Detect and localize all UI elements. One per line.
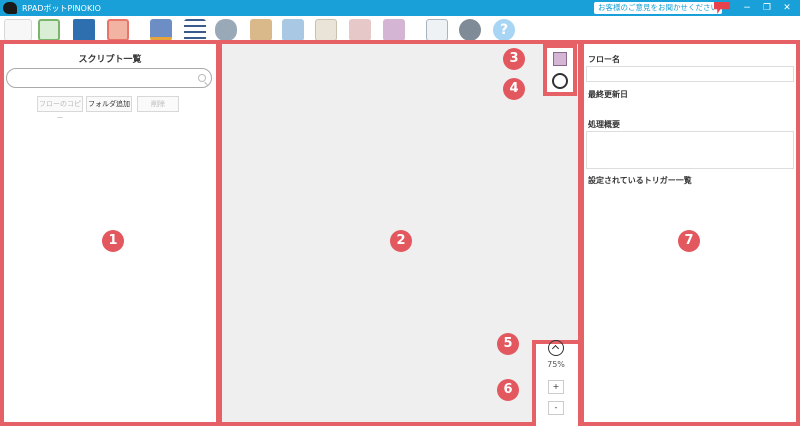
summary-field[interactable] [586,131,794,169]
badge-2: 2 [390,230,412,252]
copy-flow-button[interactable]: フローのコピー [37,96,83,122]
zoom-out-button[interactable]: - [548,401,564,415]
restore-button[interactable]: ❐ [757,0,777,16]
badge-3: 3 [503,48,525,70]
package-icon[interactable] [250,19,272,41]
add-icon[interactable] [38,19,60,41]
flow-name-field[interactable] [586,66,794,82]
recorder-icon[interactable] [150,19,172,41]
triggers-label: 設定されているトリガー一覧 [588,176,692,185]
search-icon[interactable] [198,74,206,82]
summary-label: 処理概要 [588,120,620,129]
app-logo-icon [3,2,17,14]
script-list-title: スクリプト一覧 [78,55,142,65]
flow-name-label: フロー名 [588,55,620,64]
last-updated-label: 最終更新日 [588,90,628,99]
close-button[interactable]: ✕ [777,0,797,16]
help-icon[interactable]: ? [493,19,515,41]
copy-icon [553,52,567,66]
magnifier-icon [552,73,568,89]
gear-icon[interactable] [459,19,481,41]
folder-icon[interactable] [282,19,304,41]
badge-4: 4 [503,78,525,100]
search-tool-button[interactable] [543,70,577,96]
list-icon[interactable] [184,19,206,41]
add-folder-button[interactable]: フォルダ追加 [86,96,132,112]
minimize-button[interactable]: − [737,0,757,16]
copy-tool-button[interactable] [543,44,577,70]
script-search-input[interactable] [6,68,212,88]
delete-button[interactable]: 削除 [137,96,179,112]
download-icon[interactable] [383,19,405,41]
new-flow-icon[interactable] [4,19,32,41]
badge-5: 5 [497,333,519,355]
zoom-level: 75% [547,360,565,369]
zoom-in-button[interactable]: + [548,380,564,394]
database-icon[interactable] [215,19,237,41]
note-icon[interactable] [426,19,448,41]
badge-1: 1 [102,230,124,252]
feedback-button[interactable]: お客様のご意見をお聞かせください [594,2,722,14]
contact-icon[interactable] [349,19,371,41]
app-title: RPADボットPINOKIO [22,3,101,13]
badge-7: 7 [678,230,700,252]
mail-icon[interactable] [315,19,337,41]
run-icon[interactable] [107,19,129,41]
collapse-up-icon[interactable] [548,340,564,356]
save-icon[interactable] [73,19,95,41]
badge-6: 6 [497,379,519,401]
